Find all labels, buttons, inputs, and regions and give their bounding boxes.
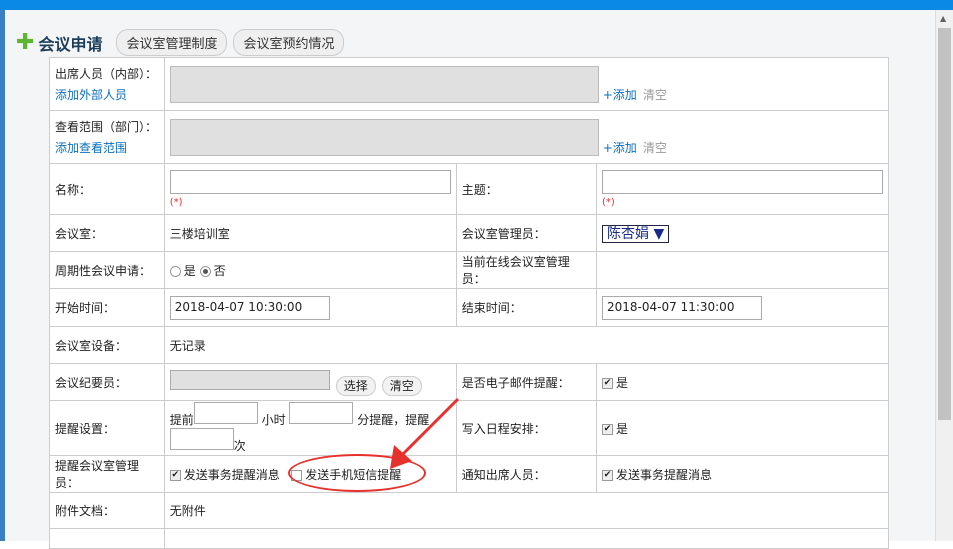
start-label: 开始时间：: [49, 288, 165, 327]
vertical-scrollbar[interactable]: ▲: [935, 10, 953, 541]
recorder-label: 会议纪要员：: [49, 363, 165, 401]
calendar-label: 写入日程安排：: [455, 400, 598, 456]
calendar-value: 是: [616, 421, 629, 436]
notify-admin-msg-checkbox[interactable]: ✔: [169, 469, 181, 481]
periodic-no-radio[interactable]: [199, 265, 211, 277]
add-attendees-button[interactable]: +添加: [603, 88, 637, 102]
meeting-form: 出席人员（内部）： 添加外部人员 +添加 清空 查看范围（部门）： 添加查看范围 +添…: [49, 57, 890, 549]
name-required: (*): [169, 197, 183, 208]
notify-attendees-label: 通知出席人员：: [455, 455, 598, 493]
tab-room-bookings[interactable]: 会议室预约情况: [233, 29, 345, 56]
select-recorder-button[interactable]: 选择: [335, 376, 376, 396]
annotation-arrow: [390, 397, 460, 469]
add-scope-link[interactable]: 添加查看范围: [55, 139, 159, 156]
room-value: 三楼培训室: [163, 214, 457, 252]
email-remind-value: 是: [616, 375, 629, 390]
equipment-value: 无记录: [163, 326, 890, 364]
notify-admin-msg-label: 发送事务提醒消息: [183, 467, 280, 482]
notify-attendees-checkbox[interactable]: ✔: [602, 469, 613, 481]
tab-room-rules[interactable]: 会议室管理制度: [116, 29, 228, 56]
window-top-bar: [0, 0, 953, 10]
page-title: 会议申请: [38, 34, 103, 54]
end-label: 结束时间：: [455, 288, 598, 327]
remind-minutes-input[interactable]: [289, 402, 354, 424]
name-input[interactable]: [169, 170, 451, 194]
periodic-yes-radio[interactable]: [169, 265, 181, 277]
subject-input[interactable]: [602, 170, 883, 194]
notify-attendees-msg-label: 发送事务提醒消息: [616, 467, 713, 482]
clear-attendees-button[interactable]: 清空: [643, 88, 667, 102]
email-remind-checkbox[interactable]: ✔: [602, 377, 613, 389]
attachments-value: 无附件: [163, 492, 890, 529]
periodic-yes-label: 是: [183, 263, 196, 278]
scope-label: 查看范围（部门）：: [55, 120, 158, 134]
plus-icon: ✚: [16, 29, 35, 55]
add-scope-button[interactable]: +添加: [603, 141, 637, 155]
times-text: 次: [233, 439, 246, 453]
subject-label: 主题：: [455, 163, 598, 215]
scroll-thumb[interactable]: [938, 28, 951, 420]
subject-required: (*): [602, 197, 615, 208]
attachments-label: 附件文档：: [49, 492, 165, 529]
recorder-input[interactable]: [169, 370, 330, 390]
room-label: 会议室：: [49, 214, 165, 252]
scroll-up-icon[interactable]: ▲: [940, 14, 946, 23]
end-time-input[interactable]: 2018-04-07 11:30:00: [602, 295, 762, 320]
online-admin-label: 当前在线会议室管理员：: [455, 251, 598, 289]
start-time-input[interactable]: 2018-04-07 10:30:00: [169, 295, 330, 320]
attendees-label: 出席人员（内部）：: [55, 67, 158, 81]
page-header: ✚ 会议申请 会议室管理制度 会议室预约情况: [16, 29, 350, 56]
email-remind-label: 是否电子邮件提醒：: [455, 363, 598, 401]
remind-hours-input[interactable]: [193, 402, 258, 424]
remind-label: 提醒设置：: [49, 400, 165, 456]
scope-textarea[interactable]: [169, 118, 599, 156]
equipment-label: 会议室设备：: [49, 326, 165, 364]
room-admin-select[interactable]: 陈杏娟 ▼: [602, 225, 670, 243]
clear-recorder-button[interactable]: 清空: [381, 376, 422, 396]
hours-text: 小时: [261, 413, 286, 427]
remind-times-input[interactable]: [169, 428, 234, 450]
room-admin-label: 会议室管理员：: [455, 214, 598, 252]
name-label: 名称：: [49, 163, 165, 215]
notify-admin-label: 提醒会议室管理员：: [49, 455, 165, 493]
add-external-link[interactable]: 添加外部人员: [55, 86, 159, 103]
clear-scope-button[interactable]: 清空: [643, 141, 667, 155]
calendar-checkbox[interactable]: ✔: [602, 423, 613, 435]
periodic-no-label: 否: [213, 263, 226, 278]
remind-before-text: 提前: [169, 413, 194, 427]
periodic-label: 周期性会议申请：: [49, 251, 165, 289]
attendees-textarea[interactable]: [169, 65, 599, 103]
